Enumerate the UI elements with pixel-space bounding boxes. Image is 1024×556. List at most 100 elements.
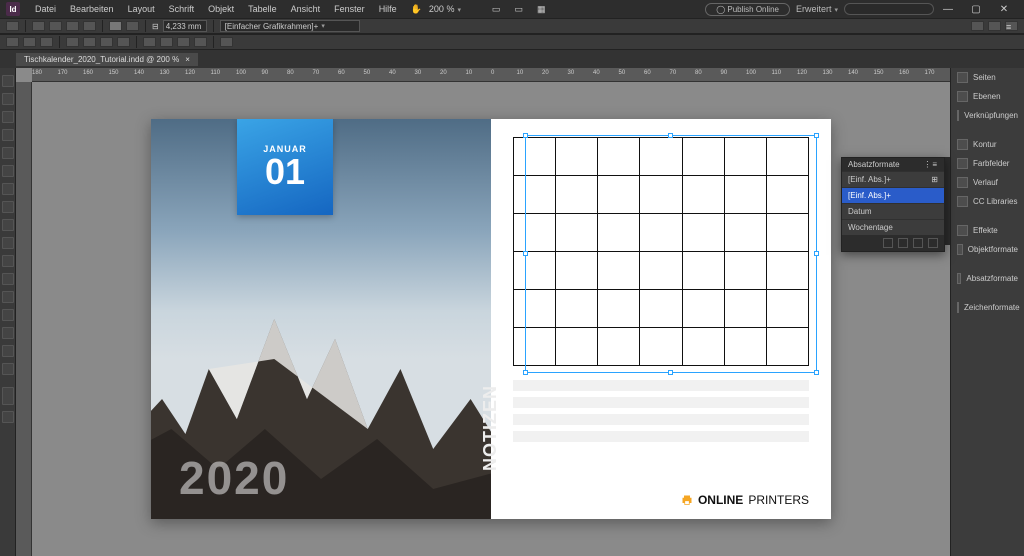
calendar-cell[interactable] [724, 252, 766, 290]
calendar-cell[interactable] [556, 138, 598, 176]
menu-type[interactable]: Schrift [162, 4, 202, 14]
ctrl-icon[interactable] [32, 21, 45, 31]
calendar-cell[interactable] [766, 252, 808, 290]
menu-layout[interactable]: Layout [121, 4, 162, 14]
new-style-icon[interactable] [913, 238, 923, 248]
calendar-cell[interactable] [640, 290, 682, 328]
pencil-tool[interactable] [2, 201, 14, 213]
hand-tool[interactable] [2, 345, 14, 357]
paragraph-style-row[interactable]: [Einf. Abs.]+ [842, 187, 944, 203]
canvas[interactable]: 1801701601501401301201101009080706050403… [16, 68, 950, 556]
page-tool[interactable] [2, 111, 14, 123]
dock-item-ebenen[interactable]: Ebenen [951, 87, 1024, 106]
window-close[interactable]: ✕ [990, 4, 1018, 15]
calendar-cell[interactable] [724, 138, 766, 176]
ctrl-icon[interactable] [117, 37, 130, 47]
arrange-icon[interactable]: ▦ [530, 4, 553, 15]
ref-point-icon[interactable] [6, 21, 19, 31]
clear-overrides-icon[interactable] [883, 238, 893, 248]
ctrl-icon[interactable] [988, 21, 1001, 31]
type-tool[interactable] [2, 147, 14, 159]
view-toggle2-icon[interactable]: ▭ [507, 4, 530, 15]
menu-window[interactable]: Fenster [327, 4, 372, 14]
calendar-cell[interactable] [682, 328, 724, 366]
rectangle-tool[interactable] [2, 237, 14, 249]
gradient-tool[interactable] [2, 291, 14, 303]
menu-view[interactable]: Ansicht [284, 4, 328, 14]
dock-item-zeichenformate[interactable]: Zeichenformate [951, 298, 1024, 317]
calendar-cell[interactable] [640, 328, 682, 366]
eyedropper-tool[interactable] [2, 327, 14, 339]
publish-online-button[interactable]: ◯ Publish Online [705, 3, 790, 16]
dock-item-absatzformate[interactable]: Absatzformate [951, 269, 1024, 288]
ctrl-icon[interactable] [66, 37, 79, 47]
dock-item-seiten[interactable]: Seiten [951, 68, 1024, 87]
calendar-cell[interactable] [682, 138, 724, 176]
free-transform-tool[interactable] [2, 273, 14, 285]
search-input[interactable] [844, 3, 934, 15]
menu-help[interactable]: Hilfe [372, 4, 404, 14]
calendar-cell[interactable] [598, 138, 640, 176]
calendar-cell[interactable] [766, 290, 808, 328]
ruler-vertical[interactable] [16, 82, 32, 556]
ctrl-icon[interactable] [143, 37, 156, 47]
ctrl-icon[interactable] [6, 37, 19, 47]
calendar-cell[interactable] [556, 176, 598, 214]
calendar-cell[interactable] [514, 328, 556, 366]
ctrl-icon[interactable] [160, 37, 173, 47]
calendar-cell[interactable] [556, 214, 598, 252]
menu-table[interactable]: Tabelle [241, 4, 284, 14]
calendar-cell[interactable] [598, 214, 640, 252]
paragraph-style-row[interactable]: [Einf. Abs.]+⊞ [842, 171, 944, 187]
calendar-cell[interactable] [724, 214, 766, 252]
ctrl-icon[interactable] [83, 37, 96, 47]
fill-stroke-toggle[interactable] [2, 387, 14, 405]
selection-tool[interactable] [2, 75, 14, 87]
ctrl-icon[interactable] [971, 21, 984, 31]
delete-icon[interactable] [928, 238, 938, 248]
fill-swatch-icon[interactable] [109, 21, 122, 31]
panel-menu-icon[interactable]: ⋮≡ [923, 160, 938, 169]
gap-tool[interactable] [2, 129, 14, 141]
zoom-tool[interactable] [2, 363, 14, 375]
ctrl-icon[interactable] [177, 37, 190, 47]
calendar-cell[interactable] [766, 176, 808, 214]
calendar-cell[interactable] [640, 252, 682, 290]
panel-tab-strip[interactable] [945, 157, 950, 245]
ctrl-icon[interactable] [40, 37, 53, 47]
dock-item-verknüpfungen[interactable]: Verknüpfungen [951, 106, 1024, 125]
paragraph-style-row[interactable]: Wochentage [842, 219, 944, 235]
calendar-cell[interactable] [556, 290, 598, 328]
dock-item-farbfelder[interactable]: Farbfelder [951, 154, 1024, 173]
menu-object[interactable]: Objekt [201, 4, 241, 14]
calendar-cell[interactable] [724, 176, 766, 214]
workspace-switcher[interactable]: Erweitert [790, 4, 844, 14]
window-minimize[interactable]: — [934, 4, 962, 15]
calendar-grid[interactable] [513, 137, 809, 366]
menu-file[interactable]: Datei [28, 4, 63, 14]
stroke-weight-input[interactable] [163, 20, 207, 32]
scissors-tool[interactable] [2, 255, 14, 267]
zoom-dropdown[interactable]: 200 % [429, 4, 485, 14]
ctrl-icon[interactable] [49, 21, 62, 31]
calendar-cell[interactable] [766, 214, 808, 252]
calendar-cell[interactable] [724, 290, 766, 328]
document-tab[interactable]: Tischkalender_2020_Tutorial.indd @ 200 %… [16, 53, 198, 66]
paragraph-style-row[interactable]: Datum [842, 203, 944, 219]
menu-edit[interactable]: Bearbeiten [63, 4, 121, 14]
ctrl-icon[interactable] [23, 37, 36, 47]
calendar-cell[interactable] [514, 176, 556, 214]
panel-menu-icon[interactable]: ≡ [1005, 21, 1018, 31]
ctrl-icon[interactable] [220, 37, 233, 47]
pasteboard[interactable]: JANUAR 01 2020 NOTIZ [32, 82, 950, 556]
calendar-cell[interactable] [514, 214, 556, 252]
stroke-swatch-icon[interactable] [126, 21, 139, 31]
calendar-cell[interactable] [514, 138, 556, 176]
panel-header[interactable]: Absatzformate ⋮≡ [842, 158, 944, 171]
dock-item-objektformate[interactable]: Objektformate [951, 240, 1024, 259]
calendar-cell[interactable] [682, 176, 724, 214]
pen-tool[interactable] [2, 183, 14, 195]
object-style-dropdown[interactable]: [Einfacher Grafikrahmen]+ [220, 20, 360, 32]
calendar-cell[interactable] [598, 290, 640, 328]
calendar-cell[interactable] [640, 214, 682, 252]
